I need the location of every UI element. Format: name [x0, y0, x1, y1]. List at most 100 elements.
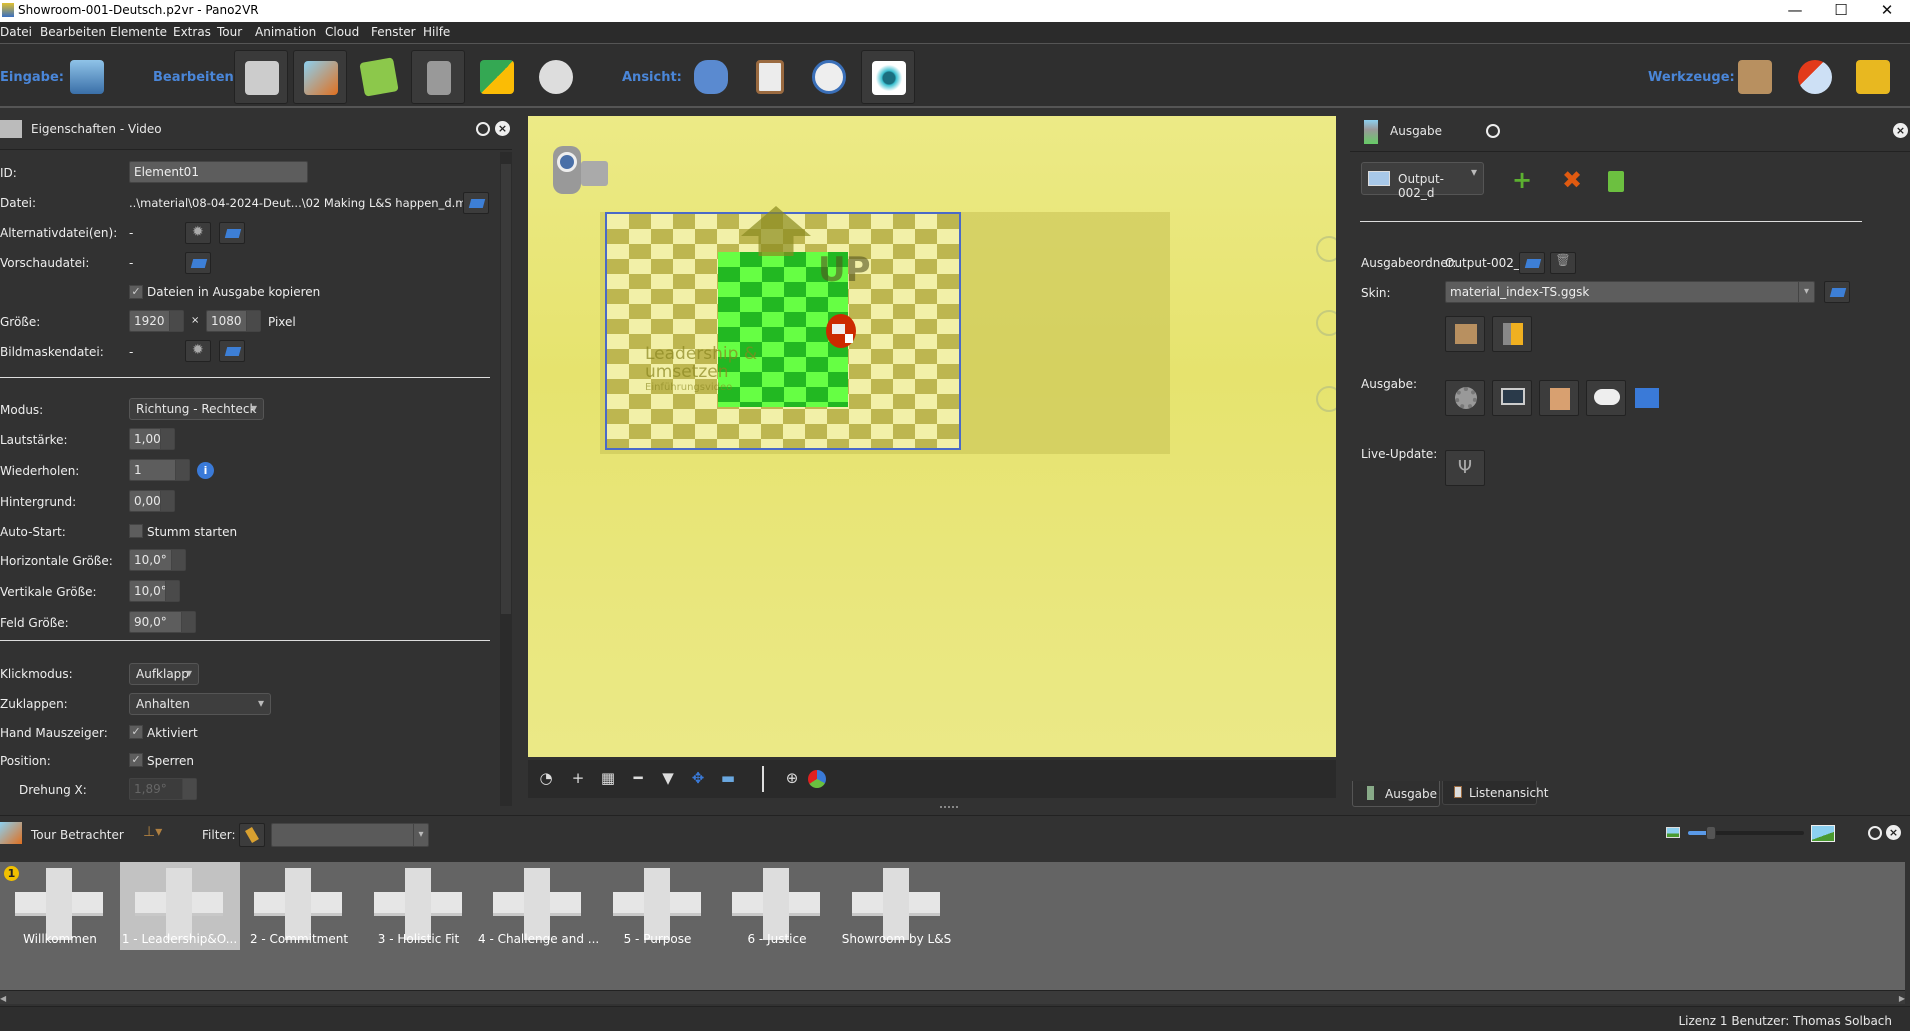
menu-fenster[interactable]: Fenster [371, 25, 416, 39]
tour-node-thumbnail[interactable]: Showroom by L&S [837, 862, 957, 950]
output-folder-open-button[interactable] [1519, 252, 1545, 274]
delete-output-icon[interactable]: ✖ [1562, 166, 1582, 194]
minimize-button[interactable]: — [1772, 0, 1818, 22]
mute-start-checkbox[interactable] [129, 524, 143, 538]
antenna-icon[interactable]: Ψ [1445, 450, 1485, 486]
properties-scrollbar[interactable] [500, 152, 512, 806]
crosshair-line-icon[interactable]: + [568, 769, 588, 789]
plugin-icon[interactable] [1635, 388, 1659, 408]
float-icon[interactable] [1486, 124, 1500, 138]
tab-listenansicht[interactable]: Listenansicht [1442, 781, 1548, 805]
float-icon[interactable] [1868, 826, 1882, 840]
mode-select[interactable]: Richtung - Rechteck [129, 398, 264, 420]
id-label: ID: [0, 166, 17, 180]
maximize-button[interactable]: ☐ [1818, 0, 1864, 22]
add-output-icon[interactable]: + [1512, 166, 1532, 194]
tour-node-thumbnail[interactable]: 4 - Challenge and ... [478, 862, 598, 950]
output-document-icon[interactable] [1608, 171, 1624, 192]
width-spinbox[interactable]: 1920 [129, 310, 184, 332]
file-open-button[interactable] [463, 192, 489, 214]
mask-open-button[interactable] [219, 340, 245, 362]
tour-node-thumbnail[interactable]: 1 - Leadership&O... [119, 862, 240, 950]
menu-bearbeiten[interactable]: Bearbeiten [40, 25, 106, 39]
close-panel-icon[interactable]: × [1893, 123, 1908, 138]
float-icon[interactable] [476, 122, 490, 136]
menu-extras[interactable]: Extras [173, 25, 211, 39]
output-settings-button[interactable] [1445, 380, 1485, 416]
menu-elemente[interactable]: Elemente [110, 25, 167, 39]
hand-cursor-checkbox[interactable]: ✓ [129, 725, 143, 739]
close-panel-icon[interactable]: × [495, 121, 510, 136]
clickmode-select[interactable]: Aufklapp [129, 663, 199, 685]
id-input[interactable]: Element01 [129, 161, 308, 183]
cloud-button[interactable] [1788, 50, 1842, 104]
panorama-viewer[interactable]: UP Leadership & umsetzen Einführungsvide… [528, 116, 1336, 757]
info-icon[interactable]: i [197, 462, 214, 479]
menu-tour[interactable]: Tour [217, 25, 242, 39]
target-icon[interactable]: ⊕ [782, 769, 802, 789]
alt-files-open-button[interactable] [219, 222, 245, 244]
alt-files-settings-button[interactable] [185, 222, 211, 244]
position-lock-checkbox[interactable]: ✓ [129, 753, 143, 767]
skin-open-button[interactable] [1824, 281, 1850, 303]
panorama-icon[interactable]: ▬ [718, 769, 738, 789]
trash-icon[interactable]: 🗑 [1550, 252, 1576, 274]
horizontal-scrollbar[interactable]: ◀ ▶ [0, 990, 1905, 1004]
mask-settings-button[interactable] [185, 340, 211, 362]
stamp-icon[interactable]: ⊥▾ [143, 824, 165, 844]
timer-button[interactable] [802, 50, 856, 104]
hsize-spinbox[interactable]: 10,0° [129, 549, 186, 571]
compass-icon[interactable]: ◔ [536, 769, 556, 789]
preview-open-button[interactable] [185, 252, 211, 274]
volume-spinbox[interactable]: 1,00 [129, 428, 175, 450]
package-output-button[interactable] [1539, 380, 1579, 416]
tour-node-thumbnail[interactable]: 6 - Justice [717, 862, 837, 950]
animation-button[interactable] [529, 50, 583, 104]
menu-hilfe[interactable]: Hilfe [423, 25, 450, 39]
tour-node-thumbnail[interactable]: 3 - Holistic Fit [359, 862, 479, 950]
chevron-down-icon[interactable]: ▾ [413, 824, 428, 846]
fov-spinbox[interactable]: 90,0° [129, 611, 196, 633]
skin-editor-button[interactable] [1445, 316, 1485, 352]
repeat-spinbox[interactable]: 1 [129, 459, 190, 481]
upload-cloud-button[interactable] [1586, 380, 1626, 416]
height-spinbox[interactable]: 1080 [206, 310, 261, 332]
tag-filter-button[interactable] [239, 823, 265, 847]
output-button[interactable] [411, 50, 465, 104]
splitter-handle[interactable] [940, 806, 958, 808]
map-button[interactable] [352, 50, 406, 104]
menu-animation[interactable]: Animation [255, 25, 316, 39]
output-preview-button[interactable] [1492, 380, 1532, 416]
color-icon[interactable] [808, 770, 826, 788]
input-panorama-button[interactable] [60, 50, 114, 104]
ruler-icon[interactable]: ━ [628, 769, 648, 789]
menu-cloud[interactable]: Cloud [325, 25, 359, 39]
grid-icon[interactable]: ▦ [598, 769, 618, 789]
package-button[interactable] [1846, 50, 1900, 104]
copy-files-checkbox[interactable]: ✓ [129, 285, 143, 299]
chevron-down-icon[interactable]: ▾ [1798, 282, 1814, 302]
close-button[interactable]: ✕ [1864, 0, 1910, 22]
skin-select[interactable]: material_index-TS.ggsk [1445, 281, 1815, 303]
collapse-select[interactable]: Anhalten [129, 693, 271, 715]
thumbnail-size-slider[interactable] [1688, 826, 1804, 840]
tour-node-thumbnail[interactable]: 5 - Purpose [598, 862, 718, 950]
skin-editor-button[interactable] [1728, 50, 1782, 104]
video-hotspot-lock-icon[interactable] [826, 314, 856, 348]
background-spinbox[interactable]: 0,00 [129, 490, 175, 512]
properties-button[interactable] [234, 50, 288, 104]
filter-input[interactable] [271, 823, 429, 847]
menu-datei[interactable]: Datei [0, 25, 32, 39]
list-view-button[interactable] [743, 50, 797, 104]
vsize-spinbox[interactable]: 10,0° [129, 580, 180, 602]
close-panel-icon[interactable]: × [1886, 825, 1901, 840]
tour-browser-button[interactable] [293, 50, 347, 104]
funnel-eye-icon[interactable]: ▼ [658, 769, 678, 789]
skin-tools-button[interactable] [1492, 316, 1532, 352]
google-street-view-button[interactable] [470, 50, 524, 104]
viewer-button[interactable] [684, 50, 738, 104]
tab-ausgabe[interactable]: Ausgabe [1352, 781, 1440, 807]
visibility-button[interactable] [861, 50, 915, 104]
move-icon[interactable]: ✥ [688, 769, 708, 789]
tour-node-thumbnail[interactable]: 2 - Commitment [239, 862, 359, 950]
